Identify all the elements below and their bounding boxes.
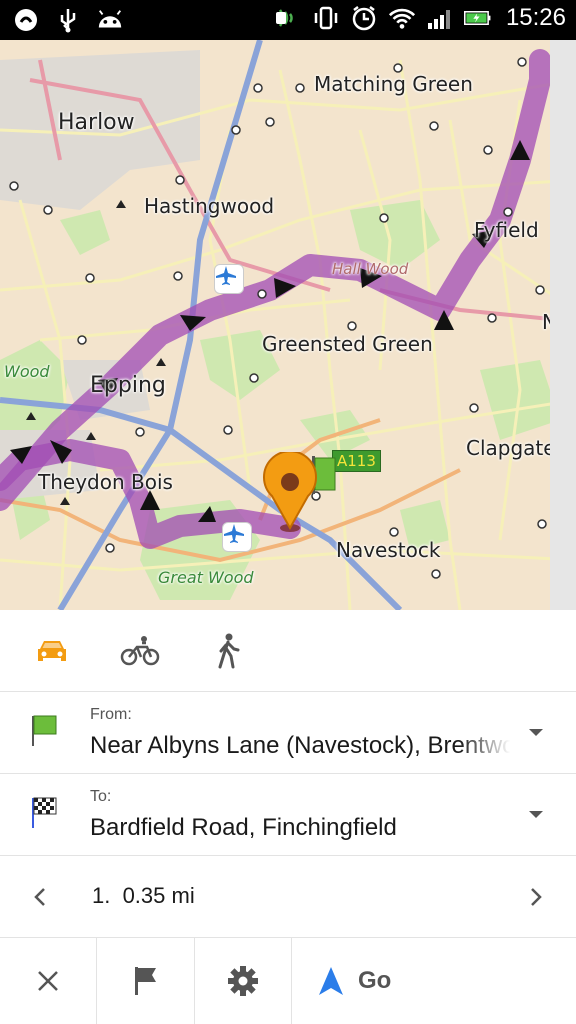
- vibrate-icon: [312, 4, 340, 32]
- pedestrian-mode-button[interactable]: [204, 627, 252, 675]
- alarm-icon: [350, 4, 378, 32]
- usb-icon: [54, 6, 82, 34]
- wifi-icon: [388, 4, 416, 32]
- map-label-clapgate: Clapgate: [466, 436, 556, 460]
- status-bar: 15:26: [0, 0, 576, 40]
- action-bar: Go: [0, 937, 576, 1024]
- car-mode-button[interactable]: [28, 627, 76, 675]
- status-time: 15:26: [505, 4, 566, 31]
- location-pin-icon[interactable]: [258, 452, 322, 534]
- close-icon: [38, 970, 58, 991]
- map-label-navestock: Navestock: [336, 538, 441, 562]
- bicycle-icon: [120, 635, 160, 665]
- map-label-harlow: Harlow: [58, 110, 135, 135]
- route-step-text: 1. 0.35 mi: [92, 883, 195, 908]
- close-button[interactable]: [0, 937, 97, 1024]
- to-label: To:: [90, 788, 112, 805]
- navigation-arrow-icon: [319, 966, 343, 995]
- gear-icon: [228, 965, 258, 996]
- route-panel: From: Near Albyns Lane (Navestock), Bren…: [0, 610, 576, 1024]
- map-label-fyfield: Fyfield: [474, 218, 539, 242]
- flag-icon: [134, 966, 156, 995]
- nfc-icon: [274, 4, 302, 32]
- car-icon: [38, 640, 66, 661]
- map-scrollbar[interactable]: [550, 40, 576, 610]
- to-field[interactable]: To: Bardfield Road, Finchingfield: [0, 774, 576, 856]
- start-flag-icon: [32, 715, 57, 746]
- notification-icon: [12, 6, 40, 34]
- airport-icon[interactable]: [222, 522, 252, 552]
- signal-icon: [426, 4, 454, 32]
- transport-mode-bar: [0, 610, 576, 692]
- chevron-down-icon[interactable]: [526, 804, 546, 824]
- map-label-greensted-green: Greensted Green: [262, 332, 433, 356]
- airport-icon[interactable]: [214, 264, 244, 294]
- map-label-epping: Epping: [90, 373, 166, 398]
- route-step-navigator: 1. 0.35 mi: [0, 856, 576, 938]
- from-label: From:: [90, 706, 132, 723]
- map-label-wood: Wood: [4, 362, 50, 381]
- pedestrian-icon: [218, 633, 240, 668]
- map-label-theydon-bois: Theydon Bois: [38, 470, 173, 494]
- finish-flag-icon: [32, 797, 57, 828]
- chevron-down-icon[interactable]: [526, 722, 546, 742]
- android-debug-icon: [96, 6, 124, 34]
- from-field[interactable]: From: Near Albyns Lane (Navestock), Bren…: [0, 692, 576, 774]
- battery-charging-icon: [463, 4, 492, 32]
- from-value: Near Albyns Lane (Navestock), Brentwood: [90, 732, 510, 759]
- map-label-great-wood: Great Wood: [158, 568, 254, 587]
- road-badge-a113: A113: [332, 450, 381, 472]
- map-label-hall-wood: Hall Wood: [332, 260, 409, 278]
- chevron-right-icon[interactable]: [520, 882, 550, 912]
- chevron-left-icon[interactable]: [26, 882, 56, 912]
- settings-button[interactable]: [195, 937, 292, 1024]
- go-label: Go: [358, 966, 392, 994]
- to-value: Bardfield Road, Finchingfield: [90, 814, 397, 841]
- map-view[interactable]: Matching Green Harlow Hastingwood Fyfiel…: [0, 40, 576, 610]
- map-label-hastingwood: Hastingwood: [144, 194, 275, 218]
- bicycle-mode-button[interactable]: [116, 627, 164, 675]
- flag-button[interactable]: [97, 937, 195, 1024]
- go-button[interactable]: Go: [292, 937, 576, 1024]
- map-label-matching-green: Matching Green: [314, 72, 473, 96]
